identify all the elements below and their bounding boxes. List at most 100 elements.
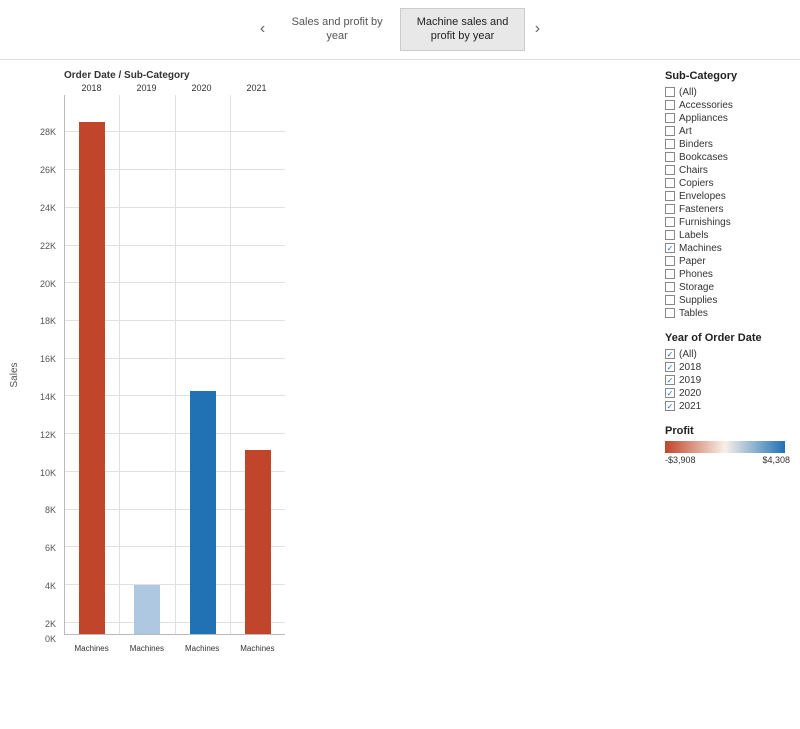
- prev-arrow[interactable]: ‹: [251, 13, 275, 45]
- year-group-2021: [231, 95, 285, 634]
- year-2019[interactable]: ✓ 2019: [665, 374, 790, 387]
- checkbox-year-2019[interactable]: ✓: [665, 375, 675, 385]
- y-label-16k: 16K: [40, 354, 56, 364]
- bar-2019-machines: [134, 585, 160, 634]
- y-label-22k: 22K: [40, 241, 56, 251]
- y-label-0k: 0K: [45, 634, 56, 644]
- year-2020[interactable]: ✓ 2020: [665, 387, 790, 400]
- y-label-2k: 2K: [45, 619, 56, 629]
- filter-all[interactable]: (All): [665, 86, 790, 99]
- filter-envelopes[interactable]: Envelopes: [665, 190, 790, 203]
- profit-min: -$3,908: [665, 455, 696, 465]
- subcategory-filter: Sub-Category (All) Accessories Appliance…: [665, 70, 790, 320]
- year-group-2020: [176, 95, 231, 634]
- filter-bookcases[interactable]: Bookcases: [665, 151, 790, 164]
- y-label-18k: 18K: [40, 316, 56, 326]
- checkbox-year-2020[interactable]: ✓: [665, 388, 675, 398]
- checkbox-envelopes[interactable]: [665, 191, 675, 201]
- y-label-24k: 24K: [40, 203, 56, 213]
- checkbox-year-2018[interactable]: ✓: [665, 362, 675, 372]
- filter-paper[interactable]: Paper: [665, 255, 790, 268]
- year-2021[interactable]: ✓ 2021: [665, 400, 790, 413]
- chart-area: Order Date / Sub-Category 2018 2019 2020…: [0, 60, 660, 729]
- filter-binders[interactable]: Binders: [665, 138, 790, 151]
- y-label-20k: 20K: [40, 279, 56, 289]
- checkbox-accessories[interactable]: [665, 100, 675, 110]
- checkbox-paper[interactable]: [665, 256, 675, 266]
- y-label-26k: 26K: [40, 165, 56, 175]
- label-year-2021: 2021: [679, 401, 701, 412]
- chart-axis-title: Order Date / Sub-Category: [64, 70, 190, 81]
- checkbox-labels[interactable]: [665, 230, 675, 240]
- checkbox-supplies[interactable]: [665, 295, 675, 305]
- year-all[interactable]: ✓ (All): [665, 348, 790, 361]
- label-appliances: Appliances: [679, 113, 728, 124]
- profit-max: $4,308: [762, 455, 790, 465]
- year-group-2018: [65, 95, 120, 634]
- filter-tables[interactable]: Tables: [665, 307, 790, 320]
- year-filter: Year of Order Date ✓ (All) ✓ 2018 ✓ 2019…: [665, 332, 790, 413]
- filter-accessories[interactable]: Accessories: [665, 99, 790, 112]
- filter-art[interactable]: Art: [665, 125, 790, 138]
- x-year-2021: 2021: [229, 83, 284, 93]
- tab-machine-sales[interactable]: Machine sales andprofit by year: [400, 8, 526, 51]
- year-group-2019: [120, 95, 175, 634]
- x-label-2020: Machines: [175, 644, 230, 653]
- checkbox-furnishings[interactable]: [665, 217, 675, 227]
- filter-machines[interactable]: ✓ Machines: [665, 242, 790, 255]
- filter-storage[interactable]: Storage: [665, 281, 790, 294]
- checkbox-year-2021[interactable]: ✓: [665, 401, 675, 411]
- label-year-2018: 2018: [679, 362, 701, 373]
- filter-supplies[interactable]: Supplies: [665, 294, 790, 307]
- profit-gradient: [665, 441, 785, 453]
- y-label-10k: 10K: [40, 468, 56, 478]
- checkbox-phones[interactable]: [665, 269, 675, 279]
- label-envelopes: Envelopes: [679, 191, 726, 202]
- checkbox-chairs[interactable]: [665, 165, 675, 175]
- x-year-2018: 2018: [64, 83, 119, 93]
- label-year-2020: 2020: [679, 388, 701, 399]
- label-bookcases: Bookcases: [679, 152, 728, 163]
- filter-fasteners[interactable]: Fasteners: [665, 203, 790, 216]
- top-navigation: ‹ Sales and profit byyear Machine sales …: [0, 0, 800, 60]
- filter-phones[interactable]: Phones: [665, 268, 790, 281]
- profit-title: Profit: [665, 425, 790, 437]
- label-storage: Storage: [679, 282, 714, 293]
- next-arrow[interactable]: ›: [525, 13, 549, 45]
- label-labels: Labels: [679, 230, 708, 241]
- sidebar: Sub-Category (All) Accessories Appliance…: [660, 60, 800, 729]
- year-title: Year of Order Date: [665, 332, 790, 344]
- checkbox-all[interactable]: [665, 87, 675, 97]
- checkbox-bookcases[interactable]: [665, 152, 675, 162]
- filter-furnishings[interactable]: Furnishings: [665, 216, 790, 229]
- checkbox-art[interactable]: [665, 126, 675, 136]
- y-label-4k: 4K: [45, 581, 56, 591]
- filter-labels[interactable]: Labels: [665, 229, 790, 242]
- checkbox-binders[interactable]: [665, 139, 675, 149]
- label-furnishings: Furnishings: [679, 217, 731, 228]
- y-axis-label: Sales: [9, 362, 20, 387]
- label-accessories: Accessories: [679, 100, 733, 111]
- label-all: (All): [679, 87, 697, 98]
- label-paper: Paper: [679, 256, 706, 267]
- bar-2020-machines: [190, 391, 216, 634]
- checkbox-appliances[interactable]: [665, 113, 675, 123]
- checkbox-tables[interactable]: [665, 308, 675, 318]
- x-label-2019: Machines: [119, 644, 174, 653]
- checkbox-storage[interactable]: [665, 282, 675, 292]
- bar-2018-machines: [79, 122, 105, 634]
- filter-chairs[interactable]: Chairs: [665, 164, 790, 177]
- main-area: Order Date / Sub-Category 2018 2019 2020…: [0, 60, 800, 729]
- profit-range: -$3,908 $4,308: [665, 455, 790, 465]
- label-binders: Binders: [679, 139, 713, 150]
- label-machines: Machines: [679, 243, 722, 254]
- filter-copiers[interactable]: Copiers: [665, 177, 790, 190]
- tab-sales-profit[interactable]: Sales and profit byyear: [275, 8, 400, 51]
- checkbox-machines[interactable]: ✓: [665, 243, 675, 253]
- label-year-2019: 2019: [679, 375, 701, 386]
- checkbox-copiers[interactable]: [665, 178, 675, 188]
- filter-appliances[interactable]: Appliances: [665, 112, 790, 125]
- checkbox-year-all[interactable]: ✓: [665, 349, 675, 359]
- year-2018[interactable]: ✓ 2018: [665, 361, 790, 374]
- checkbox-fasteners[interactable]: [665, 204, 675, 214]
